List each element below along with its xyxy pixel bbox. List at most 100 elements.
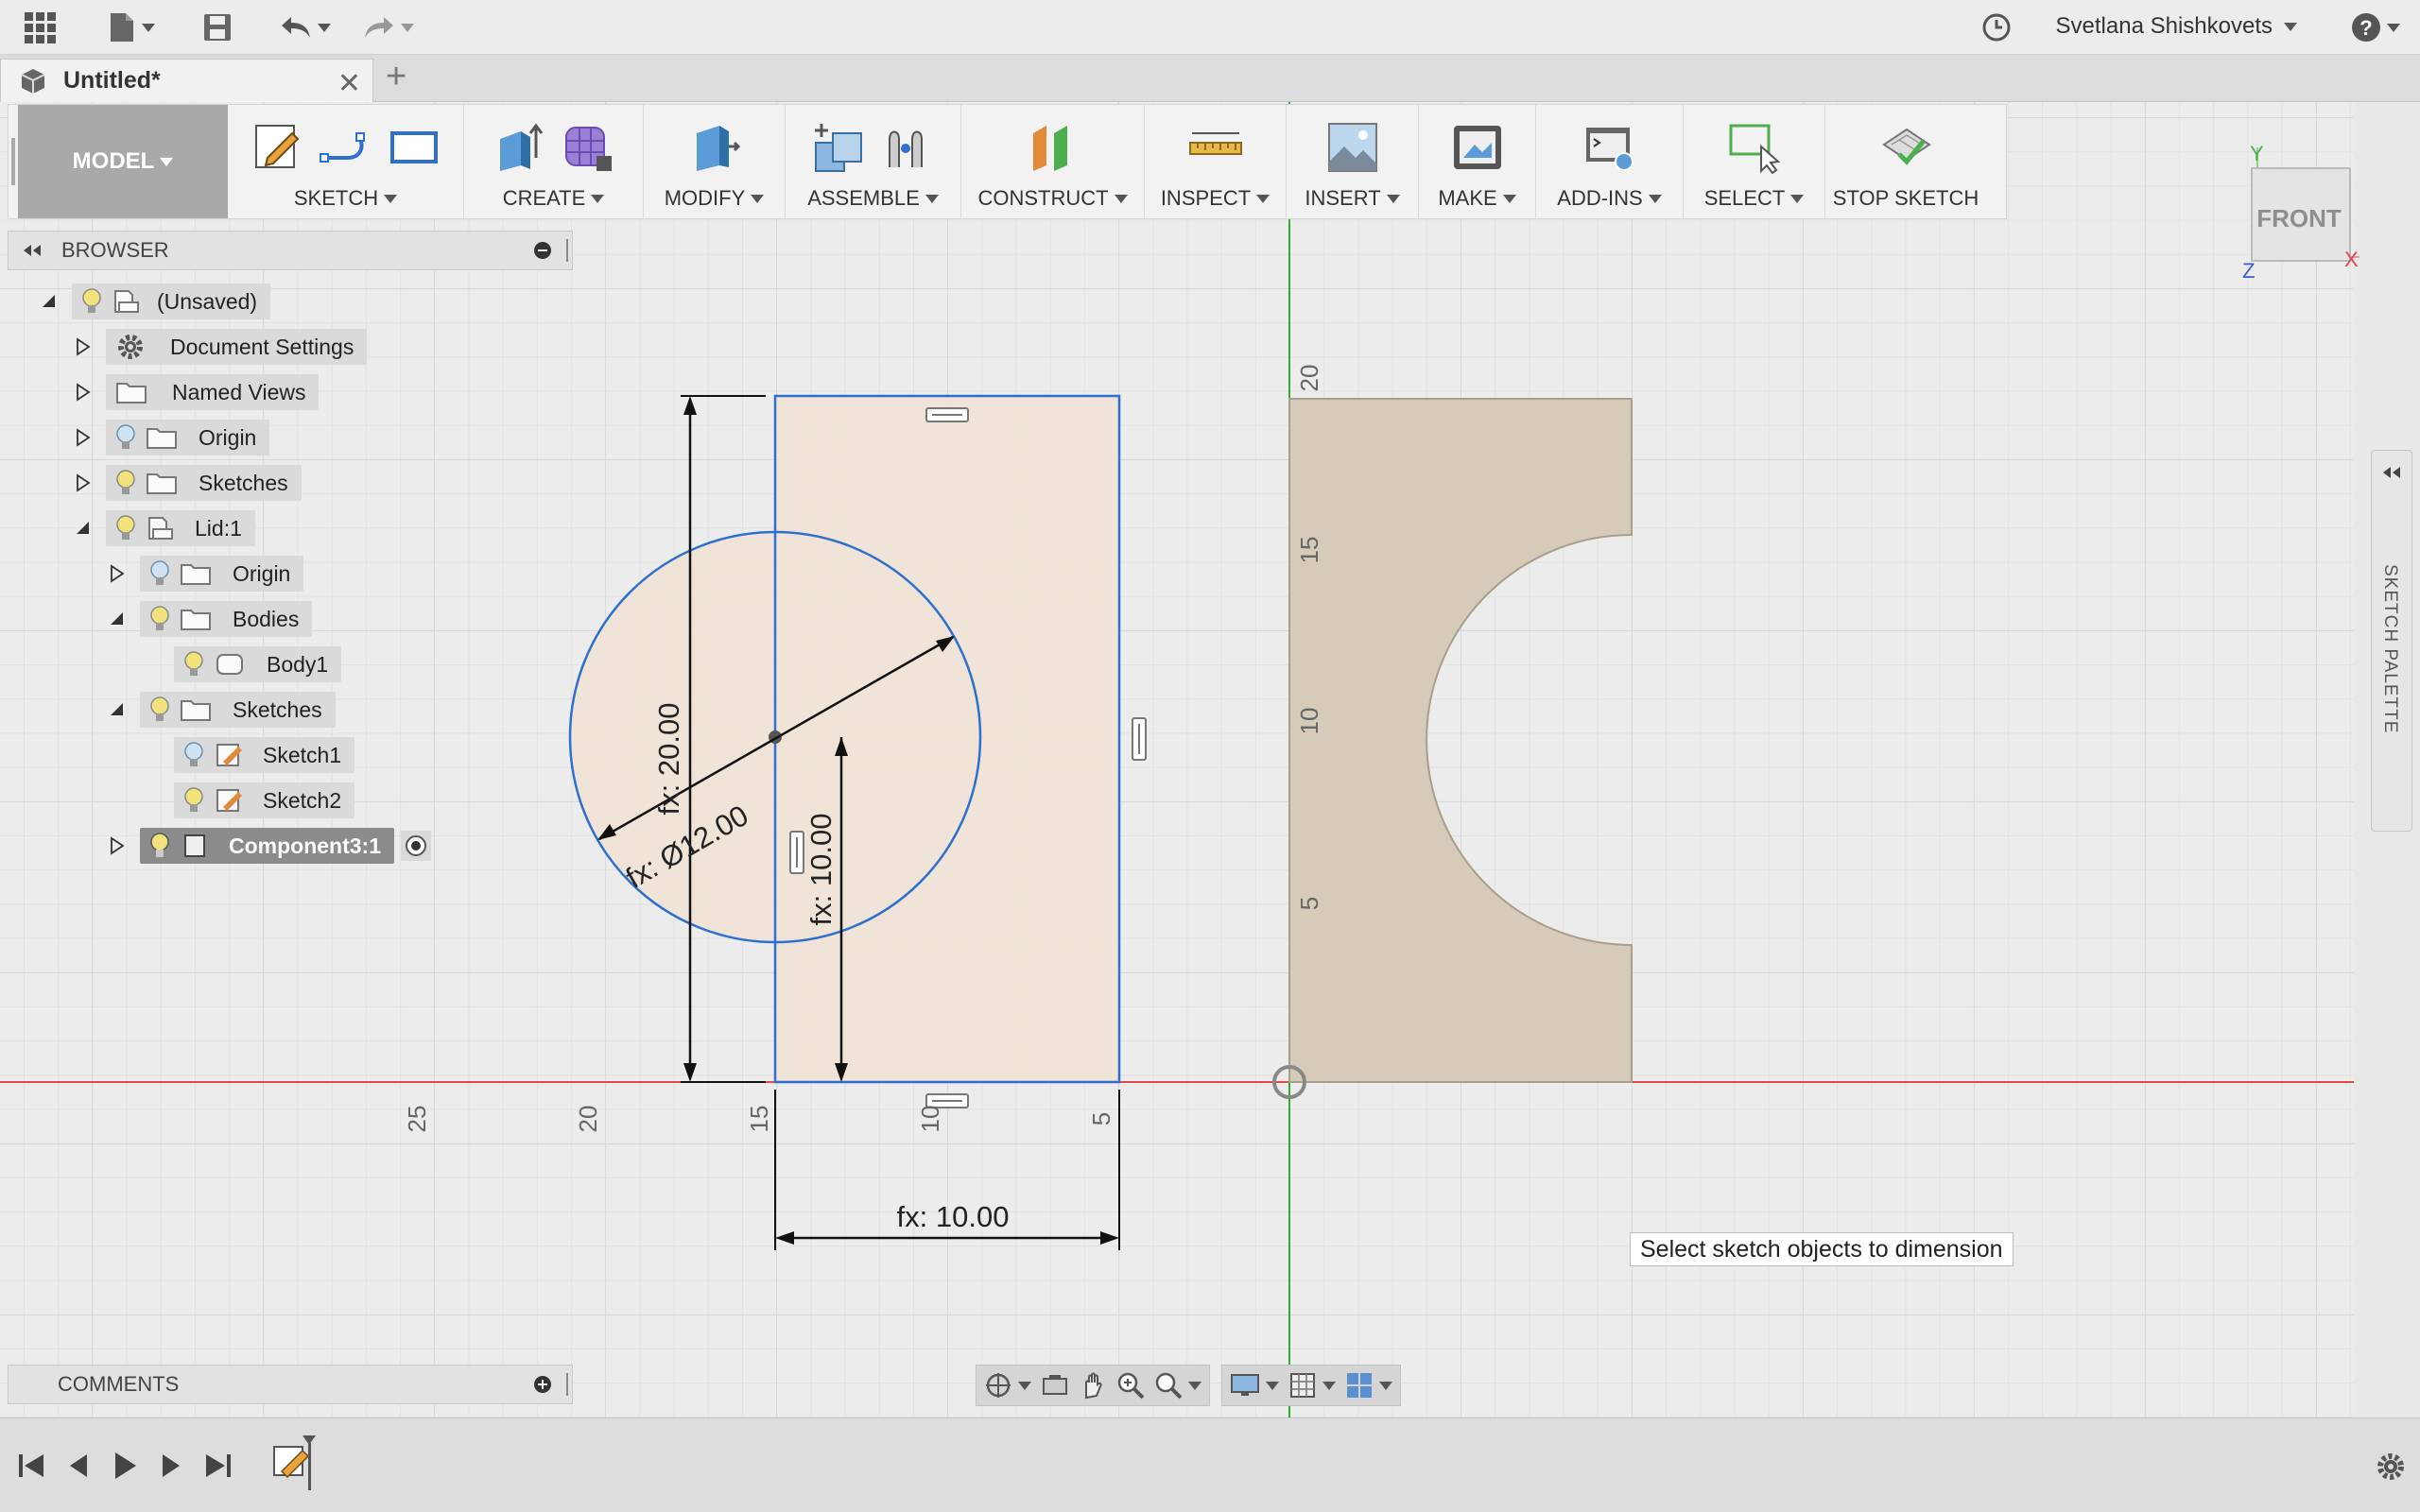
tree-node-root[interactable]: (Unsaved)	[40, 284, 271, 319]
hidden-bulb-icon[interactable]	[149, 559, 170, 588]
tree-node-pill[interactable]: Sketches	[140, 692, 336, 728]
extrude-icon[interactable]	[493, 120, 547, 175]
tree-node-pill[interactable]: Origin	[106, 420, 270, 455]
tree-node-lid-sketches[interactable]: Sketches	[108, 692, 336, 728]
panel-grip-icon[interactable]	[566, 1373, 568, 1396]
redo-button[interactable]	[357, 9, 420, 45]
dim-width-text[interactable]: fx: 10.00	[897, 1200, 1010, 1233]
collapse-browser-icon[interactable]	[22, 244, 43, 257]
display-settings-icon[interactable]	[1230, 1371, 1260, 1400]
sketch-menu[interactable]: SKETCH	[228, 105, 464, 218]
create-sketch-icon[interactable]	[251, 120, 305, 175]
step-forward-icon[interactable]	[151, 1447, 189, 1485]
toolbar-grip-icon[interactable]	[9, 105, 18, 218]
help-menu-button[interactable]: ?	[2344, 9, 2407, 45]
comments-panel-header[interactable]: COMMENTS	[8, 1365, 573, 1404]
dim-height-text[interactable]: fx: 20.00	[652, 703, 685, 816]
browser-panel-header[interactable]: BROWSER	[8, 231, 573, 270]
insert-menu[interactable]: INSERT	[1287, 105, 1419, 218]
dim-center-height-text[interactable]: fx: 10.00	[804, 814, 838, 926]
joint-icon[interactable]	[880, 120, 935, 175]
new-component-icon[interactable]	[812, 120, 867, 175]
expand-triangle-icon[interactable]	[74, 428, 93, 447]
body-profile[interactable]	[1288, 398, 1633, 1083]
tree-node-lid[interactable]: Lid:1	[74, 510, 255, 546]
collapse-triangle-icon[interactable]	[40, 292, 59, 311]
tree-node-body1[interactable]: Body1	[142, 646, 342, 682]
stop-sketch-button[interactable]: STOP SKETCH	[1825, 105, 1986, 218]
insert-image-icon[interactable]	[1325, 120, 1380, 175]
grid-snaps-icon[interactable]	[1288, 1371, 1317, 1400]
go-to-start-icon[interactable]	[13, 1447, 51, 1485]
add-comment-icon[interactable]	[534, 1376, 551, 1393]
collapse-triangle-icon[interactable]	[74, 519, 93, 538]
tree-node-pill[interactable]: Document Settings	[106, 329, 368, 365]
view-cube[interactable]: FRONT Y X Z	[2240, 140, 2382, 283]
tree-node-pill[interactable]: Bodies	[140, 601, 313, 637]
collapse-triangle-icon[interactable]	[108, 610, 127, 628]
expand-triangle-icon[interactable]	[74, 383, 93, 402]
tree-node-named-views[interactable]: Named Views	[74, 374, 320, 410]
timeline-settings-gear-icon[interactable]	[2375, 1451, 2407, 1483]
tree-node-pill[interactable]: Sketch1	[174, 737, 355, 773]
tree-node-component3[interactable]: Component3:1	[108, 828, 432, 864]
modify-menu[interactable]: MODIFY	[644, 105, 786, 218]
line-tool-icon[interactable]	[319, 120, 373, 175]
orbit-icon[interactable]	[984, 1371, 1012, 1400]
visibility-bulb-icon[interactable]	[183, 650, 204, 679]
make-menu[interactable]: MAKE	[1419, 105, 1536, 218]
save-button[interactable]	[199, 9, 236, 45]
hidden-bulb-icon[interactable]	[183, 741, 204, 769]
tree-node-sketch1[interactable]: Sketch1	[142, 737, 355, 773]
expand-triangle-icon[interactable]	[74, 337, 93, 356]
hidden-bulb-icon[interactable]	[115, 423, 136, 452]
tree-node-document-settings[interactable]: Document Settings	[74, 329, 368, 365]
form-icon[interactable]	[561, 120, 615, 175]
horizontal-constraint-icon[interactable]	[925, 407, 969, 422]
expand-triangle-icon[interactable]	[108, 836, 127, 855]
inspect-menu[interactable]: INSPECT	[1145, 105, 1287, 218]
tree-node-sketches[interactable]: Sketches	[74, 465, 302, 501]
close-tab-icon[interactable]: ✕	[337, 67, 361, 100]
scripts-icon[interactable]	[1582, 120, 1637, 175]
stop-sketch-icon[interactable]	[1878, 120, 1933, 175]
tree-node-pill[interactable]: Body1	[174, 646, 342, 682]
panel-grip-icon[interactable]	[566, 239, 568, 262]
add-ins-menu[interactable]: ADD-INS	[1536, 105, 1684, 218]
visibility-bulb-icon[interactable]	[115, 514, 136, 542]
collapse-triangle-icon[interactable]	[108, 700, 127, 719]
expand-palette-icon[interactable]	[2381, 466, 2402, 479]
zoom-dropdown-caret[interactable]	[1188, 1381, 1201, 1390]
viewports-dropdown-caret[interactable]	[1379, 1381, 1392, 1390]
data-panel-grid-icon[interactable]	[19, 9, 60, 45]
3d-print-icon[interactable]	[1450, 120, 1505, 175]
visibility-bulb-icon[interactable]	[149, 696, 170, 724]
viewports-icon[interactable]	[1345, 1371, 1374, 1400]
fit-zoom-icon[interactable]	[1154, 1371, 1183, 1400]
undo-button[interactable]	[274, 9, 337, 45]
expand-triangle-icon[interactable]	[74, 473, 93, 492]
vertical-constraint-icon[interactable]	[789, 831, 804, 874]
tree-node-lid-origin[interactable]: Origin	[108, 556, 304, 592]
assemble-menu[interactable]: ASSEMBLE	[786, 105, 961, 218]
press-pull-icon[interactable]	[687, 120, 742, 175]
new-tab-plus-icon[interactable]: +	[386, 57, 406, 97]
expand-triangle-icon[interactable]	[108, 564, 127, 583]
tree-node-pill[interactable]: Sketch2	[174, 782, 355, 818]
visibility-bulb-icon[interactable]	[149, 605, 170, 633]
visibility-bulb-icon[interactable]	[115, 469, 136, 497]
offset-plane-icon[interactable]	[1026, 120, 1080, 175]
rectangle-tool-icon[interactable]	[387, 120, 441, 175]
activate-component-radio-icon[interactable]	[400, 830, 432, 862]
grid-dropdown-caret[interactable]	[1322, 1381, 1336, 1390]
select-menu[interactable]: SELECT	[1684, 105, 1825, 218]
play-icon[interactable]	[106, 1447, 144, 1485]
go-to-end-icon[interactable]	[199, 1447, 236, 1485]
visibility-bulb-icon[interactable]	[81, 287, 102, 316]
sketch-palette-panel[interactable]: SKETCH PALETTE	[2371, 450, 2412, 832]
zoom-icon[interactable]	[1116, 1371, 1145, 1400]
job-status-clock-icon[interactable]	[1978, 9, 2015, 45]
orbit-dropdown-caret[interactable]	[1018, 1381, 1031, 1390]
look-at-icon[interactable]	[1041, 1371, 1069, 1400]
vertical-constraint-icon[interactable]	[1132, 717, 1147, 761]
